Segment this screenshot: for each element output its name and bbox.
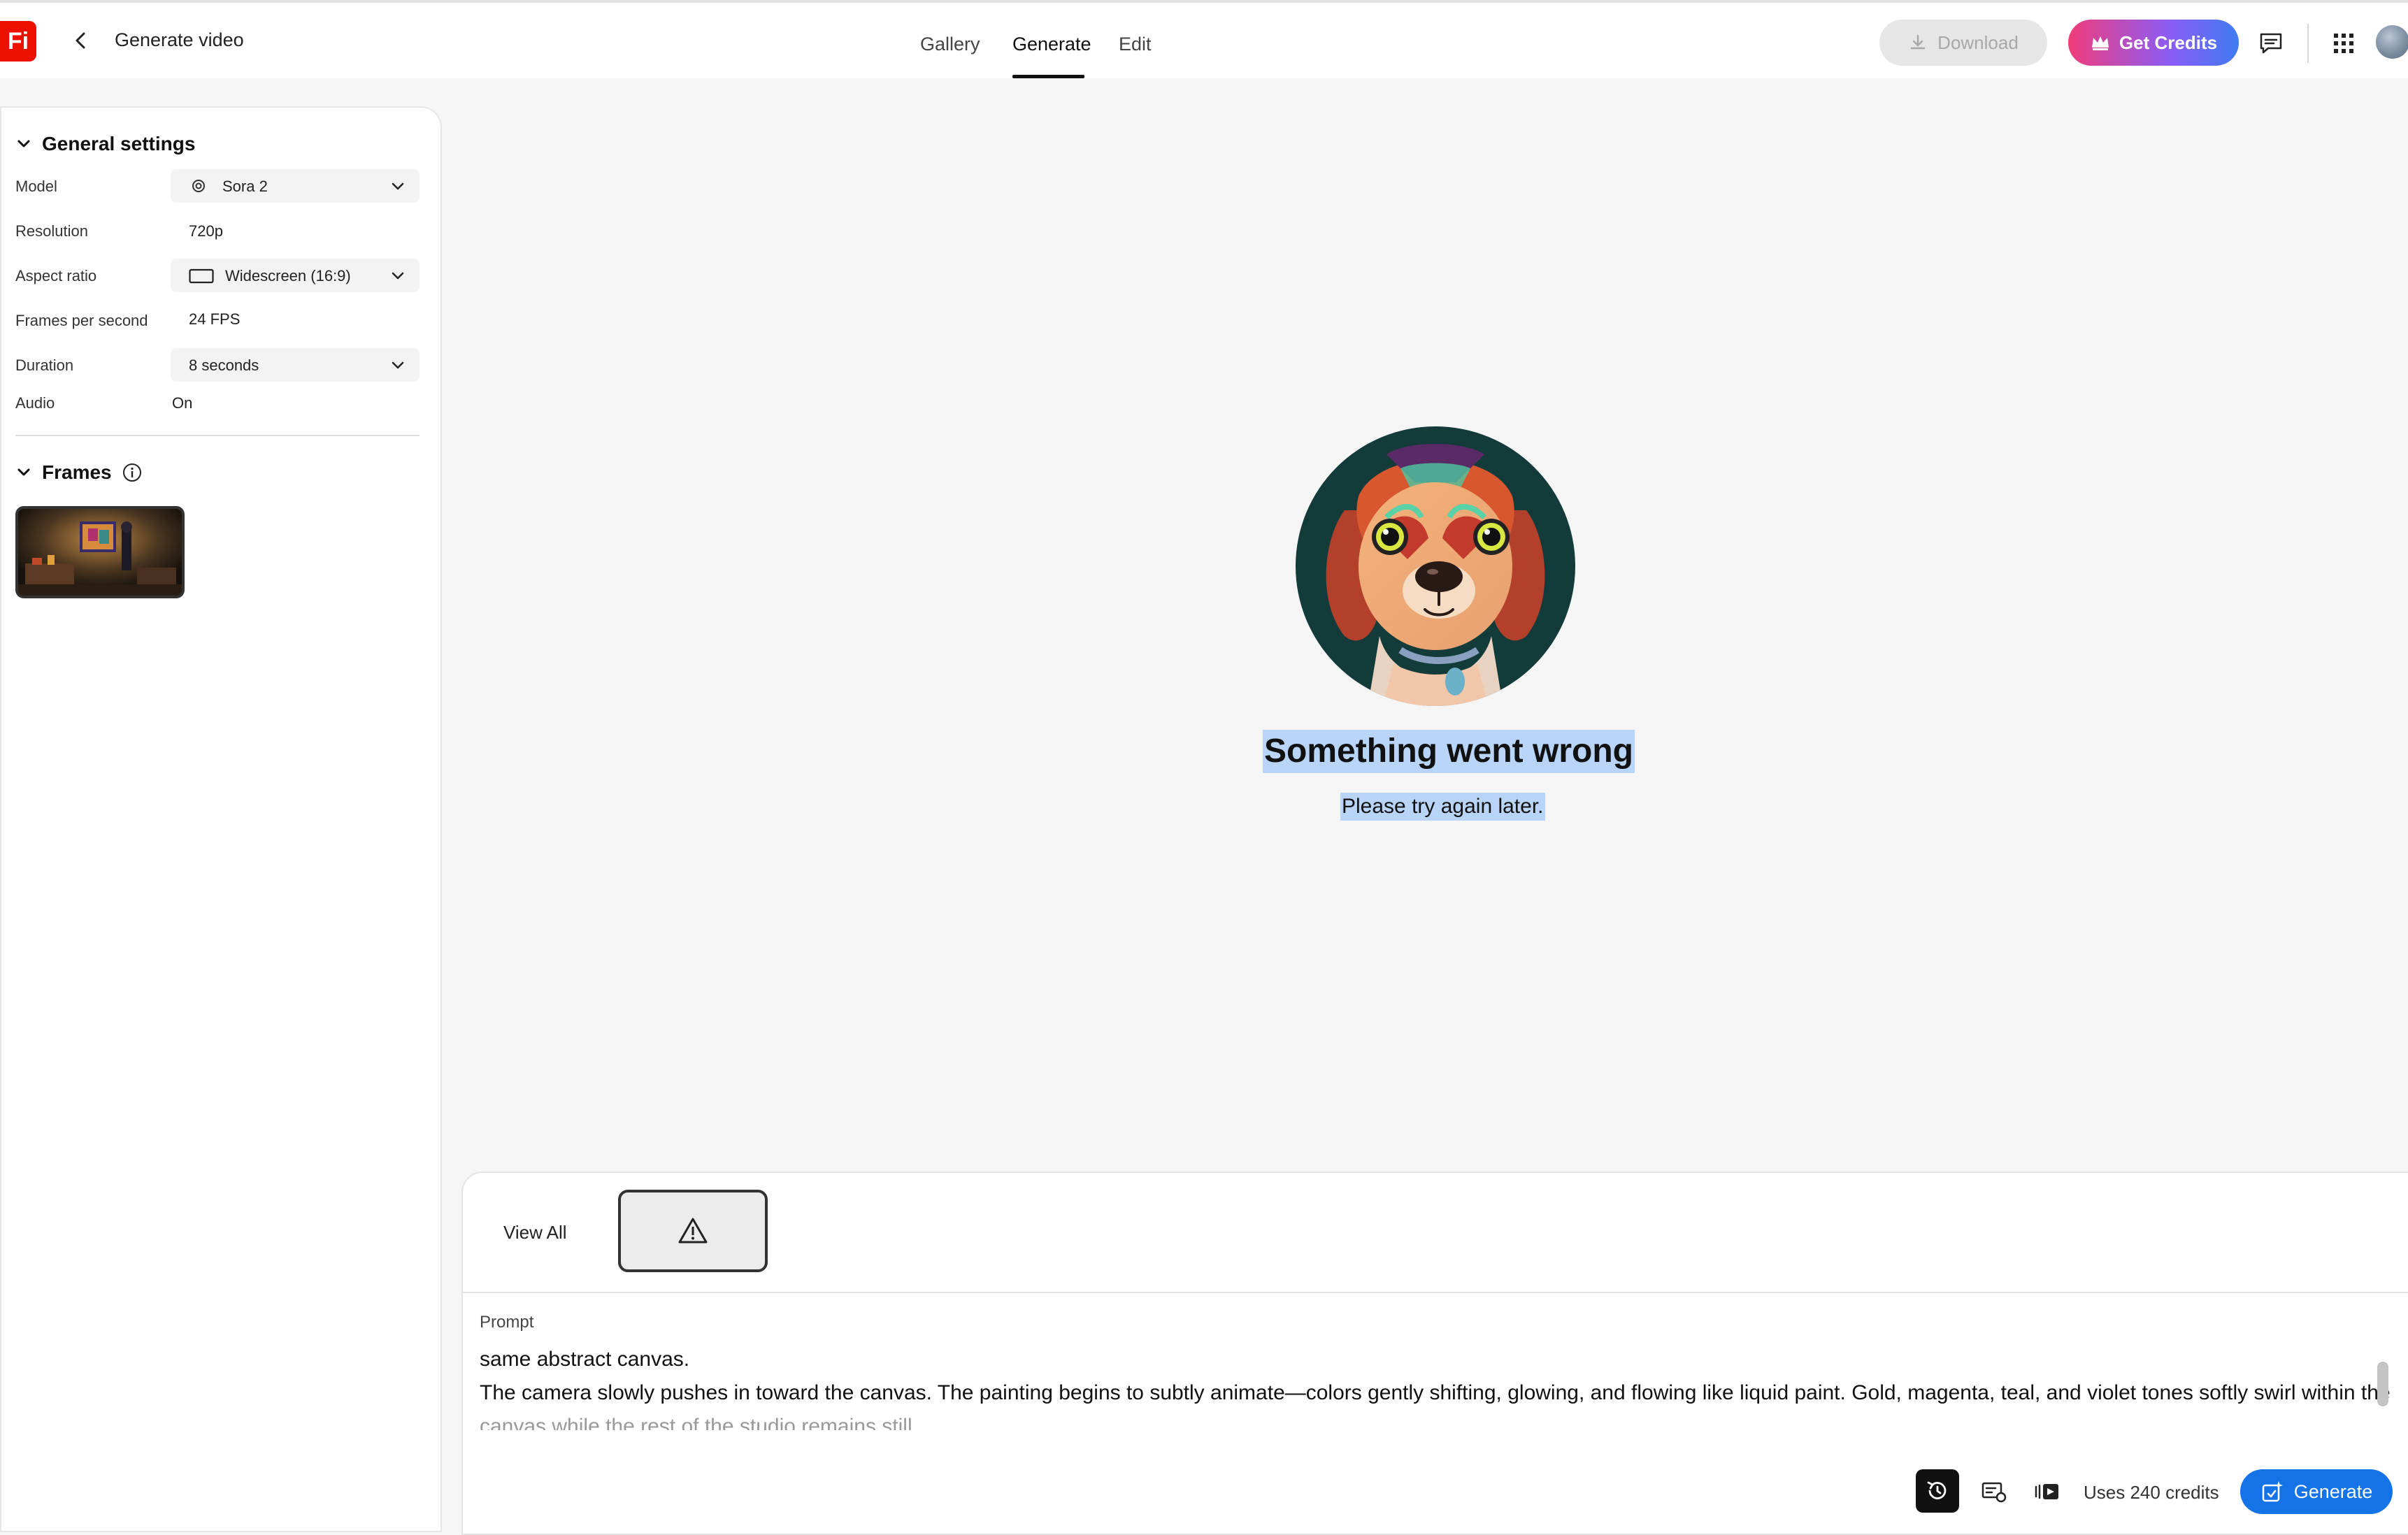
tab-edit[interactable]: Edit [1119,34,1152,55]
aspect-ratio-select[interactable]: Widescreen (16:9) [171,259,420,292]
openai-icon [192,180,205,192]
info-icon[interactable] [122,462,143,483]
prompt-text-line[interactable]: canvas while the rest of the studio rema… [480,1415,918,1430]
download-label: Download [1937,31,2019,53]
model-select[interactable]: Sora 2 [171,169,420,203]
error-dog-illustration [1296,426,1575,706]
active-tab-indicator [1012,75,1084,78]
header-divider [2307,24,2309,63]
settings-panel: General settings Model Sora 2 Resolution… [0,106,442,1532]
chevron-down-icon [392,272,404,280]
apps-grid-icon [2334,34,2353,53]
chevron-down-icon [17,140,30,147]
tab-generate[interactable]: Generate [1012,34,1091,55]
app-logo[interactable]: Fi [0,21,36,62]
camera-motion-icon [2035,1484,2058,1499]
crown-icon [2091,36,2109,50]
resolution-value: 720p [189,222,223,240]
user-avatar[interactable] [2376,25,2408,59]
model-label: Model [15,178,57,195]
aspect-ratio-value: Widescreen (16:9) [225,267,351,284]
apps-button[interactable] [2330,29,2358,57]
style-reference-button[interactable] [1980,1478,2008,1506]
generate-label: Generate [2293,1480,2373,1502]
download-icon [1910,34,1926,50]
history-button[interactable] [1916,1469,1959,1513]
fps-value: 24 FPS [189,310,241,328]
warning-icon [678,1218,708,1244]
chevron-down-icon [392,182,404,190]
frames-heading: Frames [42,461,112,483]
generate-icon [2262,1481,2283,1502]
failed-generation-tile[interactable] [618,1190,768,1272]
resolution-label: Resolution [15,222,88,240]
frame-image [18,509,182,596]
generate-button[interactable]: Generate [2240,1469,2393,1514]
audio-label: Audio [15,394,55,412]
aspect-ratio-label: Aspect ratio [15,267,97,284]
chevron-down-icon [17,468,30,476]
panel-divider [463,1292,2408,1293]
download-button[interactable]: Download [1879,20,2047,66]
frame-thumbnail[interactable] [15,506,185,598]
credit-cost: Uses 240 credits [2084,1482,2219,1503]
feedback-button[interactable] [2257,29,2285,57]
model-value: Sora 2 [222,178,268,195]
chevron-left-icon [76,32,85,49]
general-settings-toggle[interactable]: General settings [15,133,195,155]
duration-select[interactable]: 8 seconds [171,348,420,382]
prompt-text-line[interactable]: same abstract canvas. [480,1348,689,1371]
error-subtitle: Please try again later. [1340,793,1545,821]
chevron-down-icon [392,361,404,369]
comment-icon [2260,33,2282,54]
tab-gallery[interactable]: Gallery [920,34,980,55]
error-title: Something went wrong [1263,730,1635,773]
prompt-panel: View All Prompt same abstract canvas. Th… [461,1172,2408,1535]
section-divider [15,435,420,436]
prompt-text-line[interactable]: The camera slowly pushes in toward the c… [480,1381,2391,1405]
back-button[interactable] [67,27,95,55]
prompt-scrollbar[interactable] [2377,1362,2388,1406]
get-credits-label: Get Credits [2119,31,2218,53]
image-settings-icon [1981,1482,2007,1503]
history-icon [1927,1481,1947,1499]
audio-value[interactable]: On [172,394,192,412]
duration-value: 8 seconds [189,356,259,374]
get-credits-button[interactable]: Get Credits [2068,20,2239,66]
page-title: Generate video [115,29,244,50]
widescreen-icon [189,268,214,284]
duration-label: Duration [15,356,74,374]
camera-motion-button[interactable] [2033,1478,2061,1506]
prompt-label: Prompt [480,1313,534,1332]
fps-label: Frames per second [15,312,148,329]
top-bar: Fi Generate video Gallery Generate Edit … [0,0,2408,78]
general-settings-heading: General settings [42,133,196,154]
frames-toggle[interactable]: Frames [15,461,143,484]
view-all-link[interactable]: View All [503,1222,567,1244]
